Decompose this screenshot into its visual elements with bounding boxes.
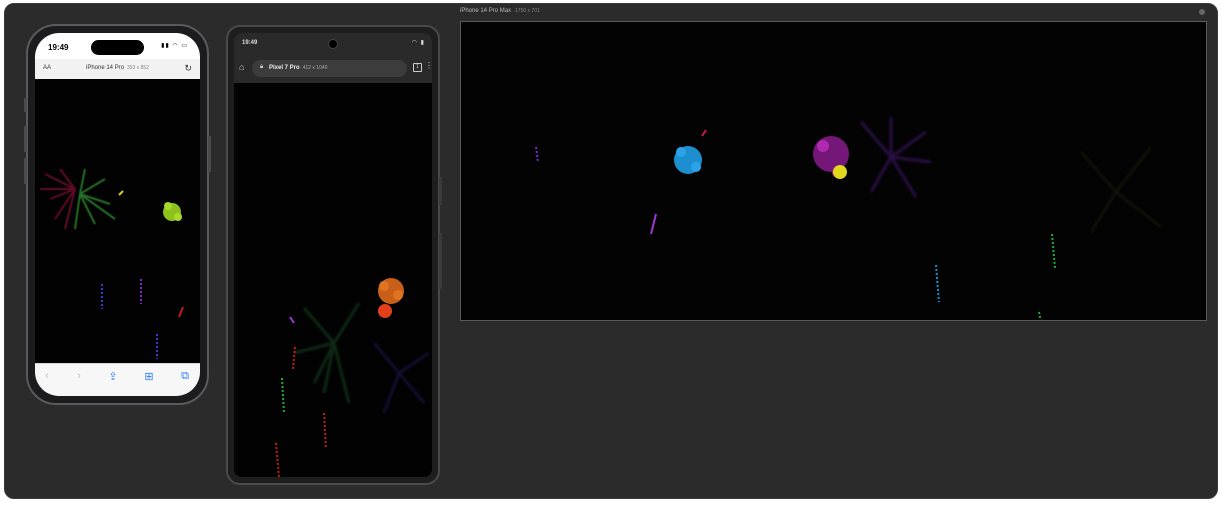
camera-cutout (328, 39, 338, 49)
options-dot-icon[interactable] (1199, 9, 1205, 15)
preview-stage: 19:49 ▮▮ ◠ ▭ AA iPhone 14 Pro 393 x 852 ↻ (4, 3, 1218, 499)
desktop-fireworks-canvas[interactable] (460, 21, 1207, 321)
lock-icon: 🔒︎ (260, 64, 264, 70)
tabs-icon[interactable]: ⧉ (177, 370, 193, 383)
bookmarks-icon[interactable]: ⊞ (141, 370, 157, 383)
firework-burst (163, 202, 182, 221)
home-icon[interactable]: ⌂ (239, 62, 244, 72)
pixel-url-title: Pixel 7 Pro (269, 65, 300, 71)
reload-icon[interactable]: ↻ (184, 63, 192, 74)
rocket-trails (535, 129, 1056, 320)
forward-icon[interactable]: › (71, 370, 87, 382)
iphone-status-bar: 19:49 ▮▮ ◠ ▭ (35, 33, 200, 59)
share-icon[interactable]: ⇪ (105, 370, 121, 383)
iphone-volume-up (24, 126, 27, 152)
desktop-preview-label: iPhone 14 Pro Max 1750 x 701 (460, 8, 540, 14)
pixel-status-bar: 19:49 ◠ ▮ (234, 33, 432, 55)
pixel-url: Pixel 7 Pro 412 x 1040 (269, 65, 327, 71)
firework-burst (813, 136, 849, 179)
desktop-device-name: iPhone 14 Pro Max (460, 8, 512, 14)
pixel-power-button (439, 177, 442, 205)
iphone-url-title: iPhone 14 Pro (86, 65, 125, 71)
desktop-device-size: 1750 x 701 (515, 8, 540, 14)
iphone-action-button (24, 98, 27, 112)
iphone-volume-down (24, 158, 27, 184)
firework-burst (40, 168, 116, 230)
pixel-clock: 19:49 (242, 40, 258, 46)
rocket-trails (275, 316, 327, 477)
iphone-url-size: 393 x 852 (127, 65, 149, 71)
pixel-address-bar: ⌂ 🔒︎ Pixel 7 Pro412 x 1040 1 ⋮ (234, 55, 432, 84)
pixel-omnibox[interactable]: 🔒︎ Pixel 7 Pro 412 x 1040 (252, 60, 407, 77)
tab-switcher-icon[interactable]: 1 (413, 63, 422, 72)
firework-burst (293, 302, 430, 414)
firework-burst (378, 278, 404, 318)
signal-wifi-battery-icon: ▮▮ ◠ ▭ (161, 43, 188, 49)
iphone-frame: 19:49 ▮▮ ◠ ▭ AA iPhone 14 Pro 393 x 852 ↻ (24, 24, 211, 405)
firework-burst (674, 146, 702, 174)
iphone-screen: 19:49 ▮▮ ◠ ▭ AA iPhone 14 Pro 393 x 852 ↻ (35, 33, 200, 396)
pixel-url-size: 412 x 1040 (302, 65, 328, 71)
iphone-clock: 19:49 (48, 43, 69, 52)
iphone-fireworks-canvas[interactable] (35, 79, 200, 364)
iphone-power-button (208, 136, 211, 172)
iphone-address-bar[interactable]: AA iPhone 14 Pro 393 x 852 ↻ (35, 59, 200, 80)
pixel-volume-button (439, 233, 442, 289)
pixel-screen: 19:49 ◠ ▮ ⌂ 🔒︎ Pixel 7 Pro412 x 1040 1 ⋮ (234, 33, 432, 477)
pixel-fireworks-canvas[interactable] (234, 83, 432, 477)
iphone-url[interactable]: iPhone 14 Pro 393 x 852 (35, 65, 200, 71)
firework-burst (859, 117, 1162, 233)
kebab-menu-icon[interactable]: ⋮ (425, 61, 432, 70)
iphone-toolbar: ‹ › ⇪ ⊞ ⧉ (35, 363, 200, 396)
dynamic-island (91, 40, 144, 55)
back-icon[interactable]: ‹ (39, 370, 55, 382)
pixel-frame: 19:49 ◠ ▮ ⌂ 🔒︎ Pixel 7 Pro412 x 1040 1 ⋮ (226, 25, 442, 485)
wifi-battery-icon: ◠ ▮ (411, 40, 425, 46)
